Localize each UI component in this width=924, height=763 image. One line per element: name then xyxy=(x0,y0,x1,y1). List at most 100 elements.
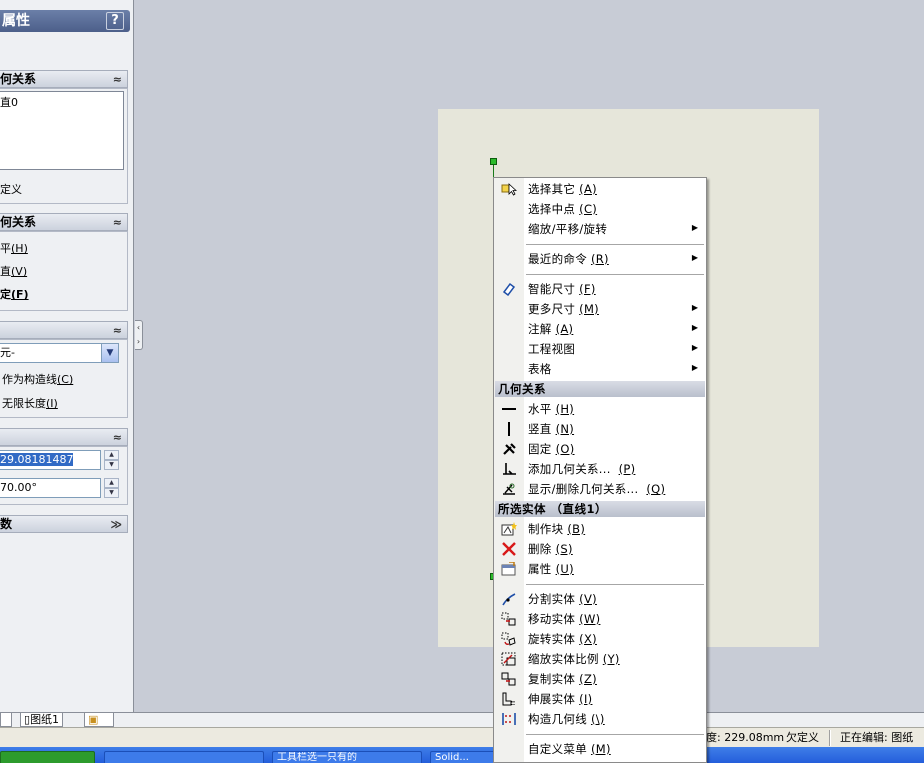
menu-item-copy-entities[interactable]: 复制实体 (Z) xyxy=(494,669,706,689)
submenu-arrow-icon: ▶ xyxy=(691,223,698,232)
menu-item-zoom-pan-rotate[interactable]: 缩放/平移/旋转 ▶ xyxy=(494,219,706,239)
length-input[interactable]: 29.08181487 xyxy=(0,450,101,470)
dropdown-arrow-icon[interactable]: ▼ xyxy=(101,344,118,362)
fix-icon xyxy=(501,442,517,456)
horizontal-icon xyxy=(501,402,517,416)
submenu-arrow-icon: ▶ xyxy=(691,303,698,312)
relation-status: 定义 xyxy=(0,183,22,196)
menu-separator xyxy=(526,584,704,585)
menu-item-split-entities[interactable]: 分割实体 (V) xyxy=(494,589,706,609)
menu-item-move-entities[interactable]: 移动实体 (W) xyxy=(494,609,706,629)
add-relation-icon xyxy=(501,462,517,476)
submenu-arrow-icon: ▶ xyxy=(691,363,698,372)
menu-item-delete[interactable]: 删除 (S) xyxy=(494,539,706,559)
move-entity-icon xyxy=(501,612,517,626)
menu-item-vertical[interactable]: 竖直 (N) xyxy=(494,419,706,439)
collapse-chevron-icon[interactable]: ≈ xyxy=(113,430,122,446)
add-sheet-tab[interactable]: ▣ xyxy=(84,713,114,727)
rotate-entity-icon xyxy=(501,632,517,646)
construction-checkbox[interactable]: 作为构造线(C) xyxy=(2,371,73,387)
add-relations-header[interactable]: 何关系 ≈ xyxy=(0,213,128,231)
properties-icon xyxy=(501,561,517,576)
additional-parameters-header[interactable]: 数 ≫ xyxy=(0,515,128,533)
menu-item-rotate-entities[interactable]: 旋转实体 (X) xyxy=(494,629,706,649)
menu-header-relations: 几何关系 xyxy=(495,381,705,397)
menu-item-drawing-views[interactable]: 工程视图 ▶ xyxy=(494,339,706,359)
menu-item-properties[interactable]: 属性 (U) xyxy=(494,559,706,579)
collapse-chevron-icon[interactable]: ≈ xyxy=(113,323,122,339)
line-endpoint-top[interactable] xyxy=(490,158,497,165)
tab-sheet1[interactable]: ▯图纸1 xyxy=(20,713,64,727)
menu-separator xyxy=(526,734,704,735)
windows-taskbar: 工具栏选一只有的 Solid... xyxy=(0,747,924,763)
make-block-icon xyxy=(501,522,517,536)
vertical-relation-option[interactable]: 直(V) xyxy=(0,263,27,279)
status-separator xyxy=(829,730,831,746)
copy-entity-icon xyxy=(501,672,517,686)
tab-model[interactable] xyxy=(0,713,12,727)
help-button[interactable]: ? xyxy=(106,12,124,30)
menu-item-customize-menu[interactable]: 自定义菜单 (M) xyxy=(494,739,706,759)
group-label: 数 xyxy=(0,517,13,531)
collapse-chevron-icon[interactable]: ≈ xyxy=(113,72,122,88)
menu-item-select-other[interactable]: 选择其它 (A) xyxy=(494,179,706,199)
panel-splitter-handle[interactable]: ‹ › xyxy=(135,320,143,350)
parameters-header[interactable]: ≈ xyxy=(0,428,128,446)
horizontal-relation-option[interactable]: 平(H) xyxy=(0,240,28,256)
taskbar-item[interactable] xyxy=(104,751,264,763)
menu-item-tables[interactable]: 表格 ▶ xyxy=(494,359,706,379)
smart-dimension-icon xyxy=(501,282,517,297)
group-label: 何关系 xyxy=(0,215,37,229)
menu-separator xyxy=(526,274,704,275)
menu-separator xyxy=(526,244,704,245)
options-select[interactable]: 元- ▼ xyxy=(0,343,119,363)
select-other-icon xyxy=(501,182,518,196)
submenu-arrow-icon: ▶ xyxy=(691,323,698,332)
existing-relations-header[interactable]: 何关系 ≈ xyxy=(0,70,128,88)
menu-item-recent-commands[interactable]: 最近的命令 (R) ▶ xyxy=(494,249,706,269)
start-button[interactable] xyxy=(0,751,95,763)
infinite-length-checkbox[interactable]: 无限长度(I) xyxy=(2,395,58,411)
angle-value: 70.00° xyxy=(0,481,37,494)
menu-item-horizontal[interactable]: 水平 (H) xyxy=(494,399,706,419)
delete-icon xyxy=(501,542,517,556)
menu-item-fix[interactable]: 固定 (O) xyxy=(494,439,706,459)
menu-item-display-delete-relations[interactable]: 显示/删除几何关系... (Q) xyxy=(494,479,706,499)
group-label: 何关系 xyxy=(0,72,37,86)
submenu-arrow-icon: ▶ xyxy=(691,253,698,262)
property-manager-panel: 属性 ? 何关系 ≈ 直0 定义 何关系 ≈ 平(H) 直(V) 定(F) ≈ … xyxy=(0,0,134,712)
status-editing: 正在编辑: 图纸 xyxy=(840,731,914,744)
taskbar-item[interactable]: 工具栏选一只有的 xyxy=(272,751,422,763)
angle-spinner[interactable]: ▲ ▼ xyxy=(104,478,119,498)
menu-item-add-relation[interactable]: 添加几何关系... (P) xyxy=(494,459,706,479)
relation-item[interactable]: 直0 xyxy=(0,94,18,110)
menu-item-scale-entities[interactable]: 缩放实体比例 (Y) xyxy=(494,649,706,669)
menu-item-make-block[interactable]: 制作块 (B) xyxy=(494,519,706,539)
length-spinner[interactable]: ▲ ▼ xyxy=(104,450,119,470)
status-bar: 度: 229.08mm 欠定义 正在编辑: 图纸 xyxy=(0,727,924,747)
status-definition: 欠定义 xyxy=(786,731,819,744)
add-sheet-icon: ▣ xyxy=(88,713,99,726)
panel-title: 属性 ? xyxy=(0,10,130,32)
vertical-icon xyxy=(501,422,517,436)
context-menu: 选择其它 (A) 选择中点 (C) 缩放/平移/旋转 ▶ 最近的命令 (R) ▶… xyxy=(493,177,707,763)
select-value: 元- xyxy=(0,346,15,359)
submenu-arrow-icon: ▶ xyxy=(691,343,698,352)
relations-listbox[interactable]: 直0 xyxy=(0,91,124,170)
expand-chevron-icon[interactable]: ≫ xyxy=(110,517,122,533)
menu-item-stretch-entities[interactable]: 伸展实体 (I) xyxy=(494,689,706,709)
length-value: 29.08181487 xyxy=(0,453,74,466)
scale-entity-icon xyxy=(501,652,517,666)
menu-item-select-midpoint[interactable]: 选择中点 (C) xyxy=(494,199,706,219)
menu-item-construction-geometry[interactable]: 构造几何线 (\) xyxy=(494,709,706,729)
menu-item-more-dimensions[interactable]: 更多尺寸 (M) ▶ xyxy=(494,299,706,319)
collapse-chevron-icon[interactable]: ≈ xyxy=(113,215,122,231)
options-header[interactable]: ≈ xyxy=(0,321,128,339)
fix-relation-option[interactable]: 定(F) xyxy=(0,286,29,302)
menu-item-annotations[interactable]: 注解 (A) ▶ xyxy=(494,319,706,339)
sheet-tabs-bar: ▯图纸1 ▣ xyxy=(0,712,924,727)
display-delete-relations-icon xyxy=(501,482,517,496)
stretch-entity-icon xyxy=(501,692,517,706)
angle-input[interactable]: 70.00° xyxy=(0,478,101,498)
menu-item-smart-dimension[interactable]: 智能尺寸 (F) xyxy=(494,279,706,299)
